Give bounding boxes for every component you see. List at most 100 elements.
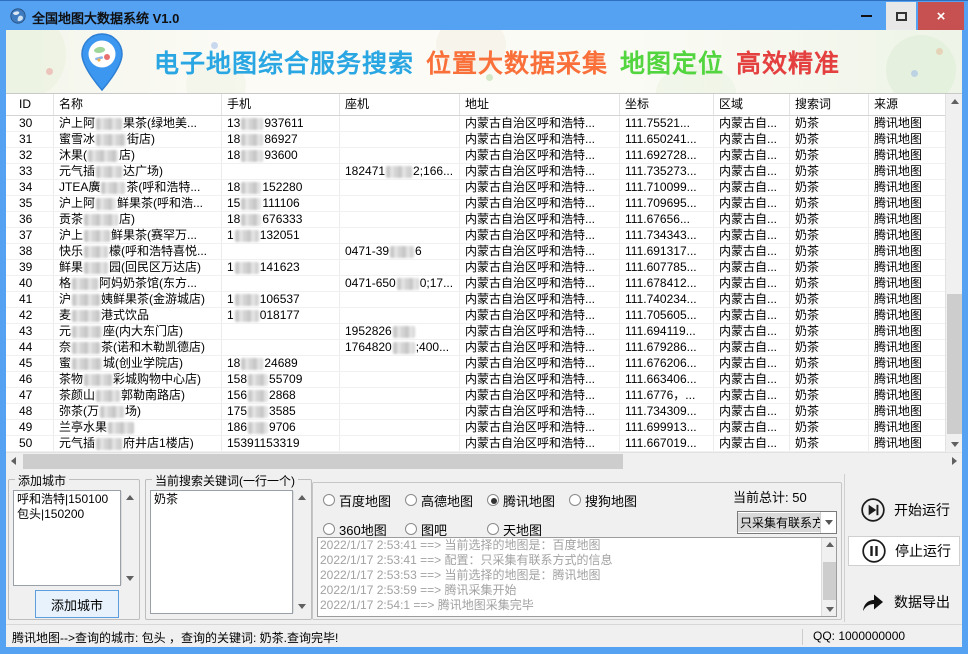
vertical-scroll-thumb[interactable]: [947, 294, 962, 434]
table-cell: 内蒙古自治区呼和浩特...: [460, 164, 620, 179]
scroll-up-arrow-icon[interactable]: [826, 542, 834, 547]
stop-run-button[interactable]: 停止运行: [848, 536, 960, 566]
log-scroll-thumb[interactable]: [823, 562, 836, 600]
radio-icon[interactable]: [405, 494, 417, 506]
column-header[interactable]: 名称: [54, 94, 222, 115]
table-row[interactable]: 37沪上鲜果茶(赛罕万...1132051内蒙古自治区呼和浩特...111.73…: [6, 228, 945, 244]
vertical-scrollbar[interactable]: [945, 94, 962, 452]
table-cell: 111.740234...: [620, 292, 714, 307]
keywords-input[interactable]: 奶茶: [150, 490, 293, 614]
scroll-up-arrow-icon[interactable]: [951, 99, 959, 104]
radio-icon[interactable]: [569, 494, 581, 506]
column-header[interactable]: 坐标: [620, 94, 714, 115]
start-run-button[interactable]: 开始运行: [848, 494, 960, 526]
table-row[interactable]: 34JTEA廣茶(呼和浩特...18152280内蒙古自治区呼和浩特...111…: [6, 180, 945, 196]
table-row[interactable]: 44奈茶(诺和木勒凯德店)1764820;400...内蒙古自治区呼和浩特...…: [6, 340, 945, 356]
table-row[interactable]: 32沐果(店)1893600内蒙古自治区呼和浩特...111.692728...…: [6, 148, 945, 164]
column-header[interactable]: 手机: [222, 94, 340, 115]
radio-icon[interactable]: [487, 523, 499, 535]
column-header[interactable]: 搜索词: [790, 94, 869, 115]
table-row[interactable]: 47茶颜山郭勒南路店)1562868内蒙古自治区呼和浩特...111.6776，…: [6, 388, 945, 404]
map-option-天地图[interactable]: 天地图: [487, 520, 569, 538]
log-lines: 2022/1/17 2:53:41 ==> 当前选择的地图是：百度地图2022/…: [318, 538, 836, 613]
table-cell: [340, 292, 460, 307]
table-row[interactable]: 48弥茶(万场)1753585内蒙古自治区呼和浩特...111.734309..…: [6, 404, 945, 420]
table-row[interactable]: 30沪上阿果茶(绿地美...13937611内蒙古自治区呼和浩特...111.7…: [6, 116, 945, 132]
table-row[interactable]: 36贡茶店)18676333内蒙古自治区呼和浩特...111.67656...内…: [6, 212, 945, 228]
horizontal-scrollbar[interactable]: [6, 452, 962, 469]
maximize-button[interactable]: [886, 2, 916, 30]
table-row[interactable]: 42麦港式饮品1018177内蒙古自治区呼和浩特...111.705605...…: [6, 308, 945, 324]
keywords-scrollbar[interactable]: [293, 491, 308, 613]
city-list-input[interactable]: 呼和浩特|150100 包头|150200: [13, 490, 121, 586]
table-row[interactable]: 41沪姨鲜果茶(金游城店)1106537内蒙古自治区呼和浩特...111.740…: [6, 292, 945, 308]
scroll-down-arrow-icon[interactable]: [298, 604, 306, 609]
table-row[interactable]: 31蜜雪冰街店)1886927内蒙古自治区呼和浩特...111.650241..…: [6, 132, 945, 148]
column-header[interactable]: ID: [6, 94, 54, 115]
map-decoration: [6, 30, 66, 94]
redacted-blur: [241, 198, 261, 210]
scroll-down-arrow-icon[interactable]: [951, 442, 959, 447]
table-row[interactable]: 49兰亭水果1869706内蒙古自治区呼和浩特...111.699913...内…: [6, 420, 945, 436]
collect-filter-select[interactable]: 只采集有联系方: [737, 511, 837, 534]
map-option-腾讯地图[interactable]: 腾讯地图: [487, 491, 569, 509]
table-cell: 腾讯地图: [869, 388, 945, 403]
table-row[interactable]: 38快乐檬(呼和浩特喜悦...0471-396内蒙古自治区呼和浩特...111.…: [6, 244, 945, 260]
column-header[interactable]: 座机: [340, 94, 460, 115]
add-city-button[interactable]: 添加城市: [35, 590, 119, 618]
radio-selected-icon[interactable]: [487, 494, 499, 506]
scroll-up-arrow-icon[interactable]: [126, 495, 134, 500]
table-row[interactable]: 39鲜果园(回民区万达店)1141623内蒙古自治区呼和浩特...111.607…: [6, 260, 945, 276]
column-header[interactable]: 区域: [714, 94, 790, 115]
scroll-up-arrow-icon[interactable]: [298, 495, 306, 500]
scroll-down-arrow-icon[interactable]: [126, 576, 134, 581]
table-cell: 内蒙古自治区呼和浩特...: [460, 212, 620, 227]
table-cell: 111.6776，...: [620, 388, 714, 403]
table-row[interactable]: 35沪上阿鲜果茶(呼和浩...15111106内蒙古自治区呼和浩特...111.…: [6, 196, 945, 212]
city-list-scrollbar[interactable]: [121, 491, 136, 585]
redacted-blur: [235, 262, 259, 274]
horizontal-scroll-thumb[interactable]: [23, 454, 623, 469]
radio-icon[interactable]: [323, 494, 335, 506]
map-option-高德地图[interactable]: 高德地图: [405, 491, 487, 509]
table-cell: 111.663406...: [620, 372, 714, 387]
column-header[interactable]: 地址: [460, 94, 620, 115]
scroll-down-arrow-icon[interactable]: [826, 607, 834, 612]
table-header: ID名称手机座机地址坐标区域搜索词来源: [6, 94, 962, 116]
table-cell: 1893600: [222, 148, 340, 163]
table-cell: [340, 116, 460, 131]
app-window: 全国地图大数据系统 V1.0 ×: [0, 0, 968, 654]
table-cell: 1886927: [222, 132, 340, 147]
column-header[interactable]: 来源: [869, 94, 945, 115]
table-cell: 茶颜山郭勒南路店): [54, 388, 222, 403]
table-row[interactable]: 45蜜城(创业学院店)1824689内蒙古自治区呼和浩特...111.67620…: [6, 356, 945, 372]
table-cell: 奶茶: [790, 276, 869, 291]
minimize-button[interactable]: [848, 2, 884, 30]
export-data-button[interactable]: 数据导出: [848, 586, 960, 618]
table-row[interactable]: 46茶物彩城购物中心店)15855709内蒙古自治区呼和浩特...111.663…: [6, 372, 945, 388]
map-option-360地图[interactable]: 360地图: [323, 520, 405, 538]
chevron-down-icon[interactable]: [820, 512, 836, 533]
map-option-百度地图[interactable]: 百度地图: [323, 491, 405, 509]
redacted-blur: [100, 406, 124, 418]
table-row[interactable]: 43元座(内大东门店)1952826内蒙古自治区呼和浩特...111.69411…: [6, 324, 945, 340]
redacted-blur: [393, 326, 415, 338]
banner-headline: 电子地图综合服务搜索 位置大数据采集 地图定位 高效精准: [154, 30, 840, 94]
scroll-right-arrow-icon[interactable]: [952, 457, 957, 465]
close-button[interactable]: ×: [918, 2, 964, 30]
map-option-图吧[interactable]: 图吧: [405, 520, 487, 538]
radio-icon[interactable]: [405, 523, 417, 535]
redacted-blur: [241, 182, 261, 194]
log-line: 2022/1/17 2:53:41 ==> 配置：只采集有联系方式的信息: [318, 553, 836, 568]
log-scrollbar[interactable]: [821, 538, 836, 616]
scroll-left-arrow-icon[interactable]: [11, 457, 16, 465]
log-output[interactable]: 2022/1/17 2:53:41 ==> 当前选择的地图是：百度地图2022/…: [317, 537, 837, 617]
redacted-blur: [101, 182, 125, 194]
radio-icon[interactable]: [323, 523, 335, 535]
table-row[interactable]: 50元气插府井店1楼店)15391153319内蒙古自治区呼和浩特...111.…: [6, 436, 945, 452]
map-option-搜狗地图[interactable]: 搜狗地图: [569, 491, 651, 509]
table-row[interactable]: 33元气插达广场)1824712;166...内蒙古自治区呼和浩特...111.…: [6, 164, 945, 180]
redacted-blur: [96, 134, 126, 146]
table-cell: 元气插府井店1楼店): [54, 436, 222, 451]
table-row[interactable]: 40格阿妈奶茶馆(东方...0471-6500;17...内蒙古自治区呼和浩特.…: [6, 276, 945, 292]
